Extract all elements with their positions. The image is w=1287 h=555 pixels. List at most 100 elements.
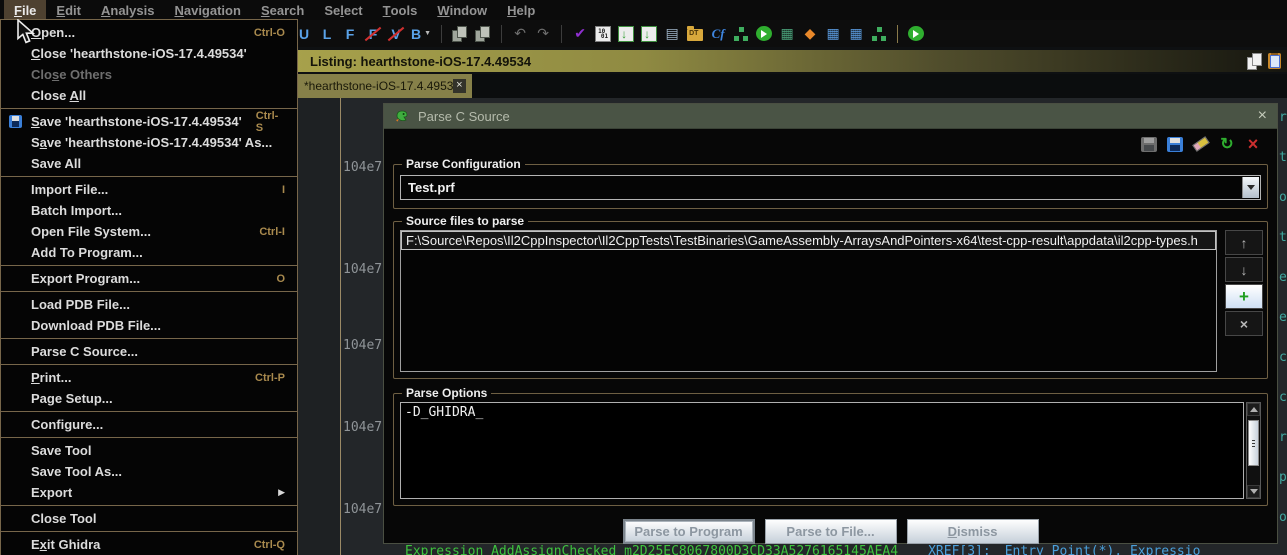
- options-scrollbar[interactable]: [1246, 402, 1261, 499]
- menu-item-close-hearthstone-ios-17-4-49534[interactable]: Close 'hearthstone-iOS-17.4.49534': [1, 43, 297, 64]
- source-file-row[interactable]: F:\Source\Repos\Il2CppInspector\Il2CppTe…: [401, 231, 1216, 250]
- listing-fragment: c: [1279, 338, 1287, 378]
- tab-close-icon[interactable]: ×: [453, 79, 466, 93]
- move-down-button[interactable]: ↓: [1225, 257, 1263, 282]
- menubar-item-tools[interactable]: Tools: [373, 0, 428, 20]
- menu-item-configure[interactable]: Configure...: [1, 414, 297, 435]
- file-menu-group: Exit GhidraCtrl-Q: [0, 531, 298, 555]
- listing-header[interactable]: Listing: hearthstone-iOS-17.4.49534: [296, 50, 1287, 72]
- move-up-button[interactable]: ↑: [1225, 230, 1263, 255]
- menu-shortcut: Ctrl-P: [241, 372, 285, 384]
- menu-item-export[interactable]: Export▶: [1, 482, 297, 503]
- combo-dropdown-icon[interactable]: [1242, 177, 1259, 198]
- binary-view-icon[interactable]: [595, 26, 611, 42]
- menubar-item-edit[interactable]: Edit: [46, 0, 91, 20]
- menu-item-save-all[interactable]: Save All: [1, 153, 297, 174]
- menu-item-label: Close Others: [31, 67, 112, 82]
- table-view-icon[interactable]: ▦: [825, 25, 841, 43]
- program-tab[interactable]: *hearthstone-iOS-17.4.49534 ×: [298, 74, 472, 98]
- save-profile-icon[interactable]: [1141, 137, 1157, 152]
- menubar-item-analysis[interactable]: Analysis: [91, 0, 164, 20]
- format-function-off-icon[interactable]: F: [365, 25, 381, 43]
- menu-item-page-setup[interactable]: Page Setup...: [1, 388, 297, 409]
- menu-item-label: Print...: [31, 370, 71, 385]
- table-export-icon[interactable]: ▦: [848, 25, 864, 43]
- memory-table-icon[interactable]: ▤: [664, 25, 680, 43]
- format-underline-icon[interactable]: U: [296, 25, 312, 43]
- run-script-icon[interactable]: [756, 26, 772, 41]
- save-profile-as-icon[interactable]: [1167, 137, 1183, 152]
- format-variable-off-icon[interactable]: V: [388, 25, 404, 43]
- menu-item-batch-import[interactable]: Batch Import...: [1, 200, 297, 221]
- dropdown-arrow-icon[interactable]: ▼: [424, 30, 431, 37]
- menu-item-open-file-system[interactable]: Open File System...Ctrl-I: [1, 221, 297, 242]
- redo-icon[interactable]: ↷: [535, 25, 551, 43]
- source-files-list[interactable]: F:\Source\Repos\Il2CppInspector\Il2CppTe…: [400, 230, 1217, 372]
- parse-options-input[interactable]: -D_GHIDRA_: [400, 402, 1244, 499]
- submenu-arrow-icon: ▶: [278, 487, 285, 498]
- menu-item-close-others[interactable]: Close Others: [1, 64, 297, 85]
- copy-icon[interactable]: [1246, 53, 1262, 69]
- scroll-thumb[interactable]: [1248, 420, 1259, 466]
- menu-item-label: Configure...: [31, 417, 103, 432]
- tab-row: *hearthstone-iOS-17.4.49534 ×: [296, 74, 1287, 98]
- listing-address: 104e7: [343, 160, 382, 175]
- menu-item-save-hearthstone-ios-17-4-49534[interactable]: Save 'hearthstone-iOS-17.4.49534'Ctrl-S: [1, 111, 297, 132]
- menu-item-import-file[interactable]: Import File...I: [1, 179, 297, 200]
- validate-check-icon[interactable]: ✔: [572, 25, 588, 43]
- parse-configuration-combo[interactable]: Test.prf: [400, 175, 1261, 200]
- data-type-manager-icon[interactable]: [687, 29, 703, 41]
- remove-file-button[interactable]: ×: [1225, 311, 1263, 336]
- menu-item-load-pdb-file[interactable]: Load PDB File...: [1, 294, 297, 315]
- format-bytes-icon[interactable]: B▼: [411, 25, 431, 43]
- scroll-down-icon[interactable]: [1247, 485, 1260, 498]
- memory-chip-icon[interactable]: ▦: [779, 25, 795, 43]
- menu-shortcut: O: [262, 273, 285, 285]
- import-data2-icon[interactable]: [641, 26, 657, 42]
- bookmark-diamond-icon[interactable]: ◆: [802, 25, 818, 43]
- menu-item-add-to-program[interactable]: Add To Program...: [1, 242, 297, 263]
- dialog-titlebar[interactable]: Parse C Source ×: [384, 104, 1277, 129]
- menu-item-exit-ghidra[interactable]: Exit GhidraCtrl-Q: [1, 534, 297, 555]
- page-forward-icon[interactable]: [475, 26, 491, 41]
- menu-item-download-pdb-file[interactable]: Download PDB File...: [1, 315, 297, 336]
- refresh-profile-icon[interactable]: ↻: [1219, 135, 1235, 153]
- toolbar-separator: [897, 25, 898, 43]
- menu-item-close-tool[interactable]: Close Tool: [1, 508, 297, 529]
- decompiler-play-icon[interactable]: [908, 26, 924, 41]
- format-function-icon[interactable]: F: [342, 25, 358, 43]
- menu-item-close-all[interactable]: Close All: [1, 85, 297, 106]
- call-tree-icon[interactable]: [871, 26, 887, 42]
- menubar-item-window[interactable]: Window: [427, 0, 497, 20]
- parse-configuration-group: Parse Configuration Test.prf: [393, 164, 1268, 209]
- add-file-button[interactable]: +: [1225, 284, 1263, 309]
- menubar-item-select[interactable]: Select: [314, 0, 372, 20]
- menu-item-save-tool[interactable]: Save Tool: [1, 440, 297, 461]
- import-data-icon[interactable]: [618, 26, 634, 42]
- clear-profile-icon[interactable]: [1192, 136, 1210, 152]
- menubar-item-help[interactable]: Help: [497, 0, 545, 20]
- dismiss-button[interactable]: Dismiss: [907, 519, 1039, 544]
- menu-item-open[interactable]: Open...Ctrl-O: [1, 22, 297, 43]
- function-tree-icon[interactable]: [733, 26, 749, 42]
- menu-item-print[interactable]: Print... Ctrl-P: [1, 367, 297, 388]
- menubar-item-file[interactable]: File: [4, 0, 46, 20]
- parse-to-program-button[interactable]: Parse to Program: [623, 519, 755, 544]
- menu-item-parse-c-source[interactable]: Parse C Source...: [1, 341, 297, 362]
- menu-item-save-tool-as[interactable]: Save Tool As...: [1, 461, 297, 482]
- undo-icon[interactable]: ↶: [512, 25, 528, 43]
- menubar-item-search[interactable]: Search: [251, 0, 314, 20]
- c-source-flow-icon[interactable]: Cf: [710, 25, 726, 43]
- scroll-up-icon[interactable]: [1247, 403, 1260, 416]
- listing-xref: XREF[3]:: [928, 544, 991, 555]
- delete-profile-icon[interactable]: ×: [1245, 135, 1261, 153]
- paste-icon[interactable]: [1268, 53, 1281, 69]
- menubar-item-navigation[interactable]: Navigation: [164, 0, 250, 20]
- menu-item-save-hearthstone-ios-17-4-49534-as[interactable]: Save 'hearthstone-iOS-17.4.49534' As...: [1, 132, 297, 153]
- menu-item-export-program[interactable]: Export Program...O: [1, 268, 297, 289]
- dialog-close-icon[interactable]: ×: [1258, 109, 1267, 123]
- parse-to-file-button[interactable]: Parse to File...: [765, 519, 897, 544]
- page-back-icon[interactable]: [452, 26, 468, 41]
- listing-fragment: t: [1279, 218, 1287, 258]
- format-label-icon[interactable]: L: [319, 25, 335, 43]
